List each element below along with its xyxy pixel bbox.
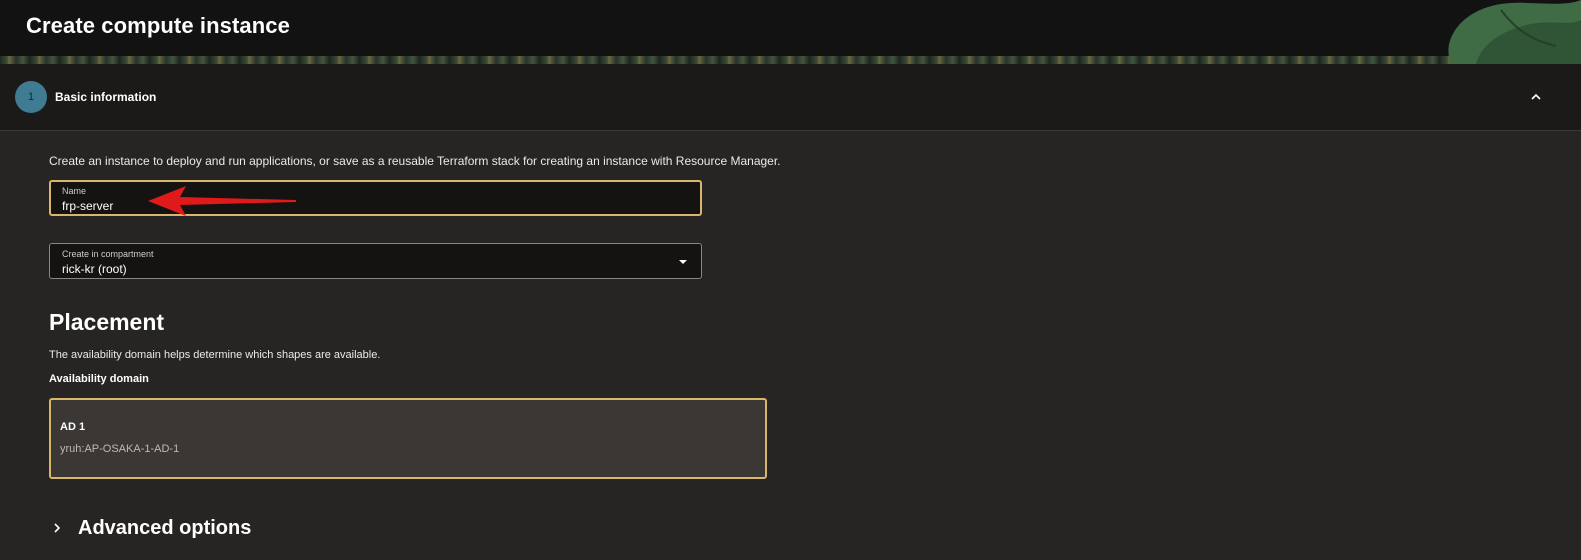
leaf-decoration-icon — [1448, 0, 1581, 64]
compartment-field-label: Create in compartment — [62, 249, 154, 259]
advanced-options-toggle[interactable]: Advanced options — [52, 514, 251, 542]
chevron-right-icon — [54, 523, 61, 533]
placement-description: The availability domain helps determine … — [49, 349, 381, 361]
header-decorative-strip — [0, 56, 1581, 64]
compartment-select[interactable]: Create in compartment rick-kr (root) — [49, 243, 702, 279]
availability-domain-option[interactable]: AD 1 yruh:AP-OSAKA-1-AD-1 — [49, 398, 767, 479]
name-field[interactable]: Name frp-server — [49, 180, 702, 216]
caret-down-icon[interactable] — [678, 258, 688, 266]
basic-information-section-header[interactable]: 1 Basic information — [0, 64, 1581, 131]
name-field-label: Name — [62, 186, 87, 196]
availability-domain-id: yruh:AP-OSAKA-1-AD-1 — [60, 443, 180, 455]
page-title: Create compute instance — [26, 13, 290, 38]
step-indicator: 1 — [15, 81, 47, 113]
page-header: Create compute instance — [0, 0, 1581, 64]
availability-domain-label: Availability domain — [49, 373, 149, 385]
section-title: Basic information — [55, 90, 157, 104]
intro-text: Create an instance to deploy and run app… — [49, 154, 781, 168]
placement-heading: Placement — [49, 309, 165, 335]
name-field-value[interactable]: frp-server — [62, 199, 113, 213]
advanced-options-label: Advanced options — [78, 516, 252, 539]
compartment-field-value: rick-kr (root) — [62, 262, 127, 276]
availability-domain-name: AD 1 — [60, 421, 86, 433]
chevron-up-icon[interactable] — [1529, 90, 1543, 104]
